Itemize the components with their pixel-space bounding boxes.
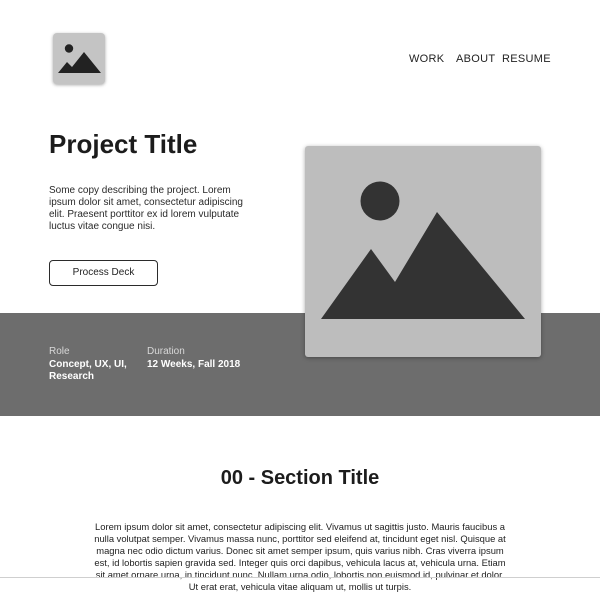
divider	[0, 577, 600, 578]
role-value: Concept, UX, UI, Research	[49, 359, 127, 382]
section-body-text: Lorem ipsum dolor sit amet, consectetur …	[94, 521, 506, 593]
nav-link-about[interactable]: ABOUT	[456, 53, 495, 66]
nav-link-resume[interactable]: RESUME	[502, 53, 551, 66]
role-label: Role	[49, 346, 70, 357]
duration-value: 12 Weeks, Fall 2018	[147, 359, 241, 370]
image-placeholder-icon	[321, 181, 525, 319]
hero-image-placeholder	[305, 146, 541, 357]
main-nav: WORK ABOUT RESUME	[0, 53, 600, 67]
nav-link-work[interactable]: WORK	[409, 53, 444, 66]
section-title: 00 - Section Title	[220, 467, 380, 489]
project-title: Project Title	[49, 129, 198, 159]
duration-label: Duration	[147, 346, 185, 357]
project-description: Some copy describing the project. Lorem …	[49, 185, 243, 232]
project-page: WORK ABOUT RESUME Project Title Some cop…	[0, 0, 600, 604]
process-deck-button[interactable]: Process Deck	[49, 260, 158, 286]
